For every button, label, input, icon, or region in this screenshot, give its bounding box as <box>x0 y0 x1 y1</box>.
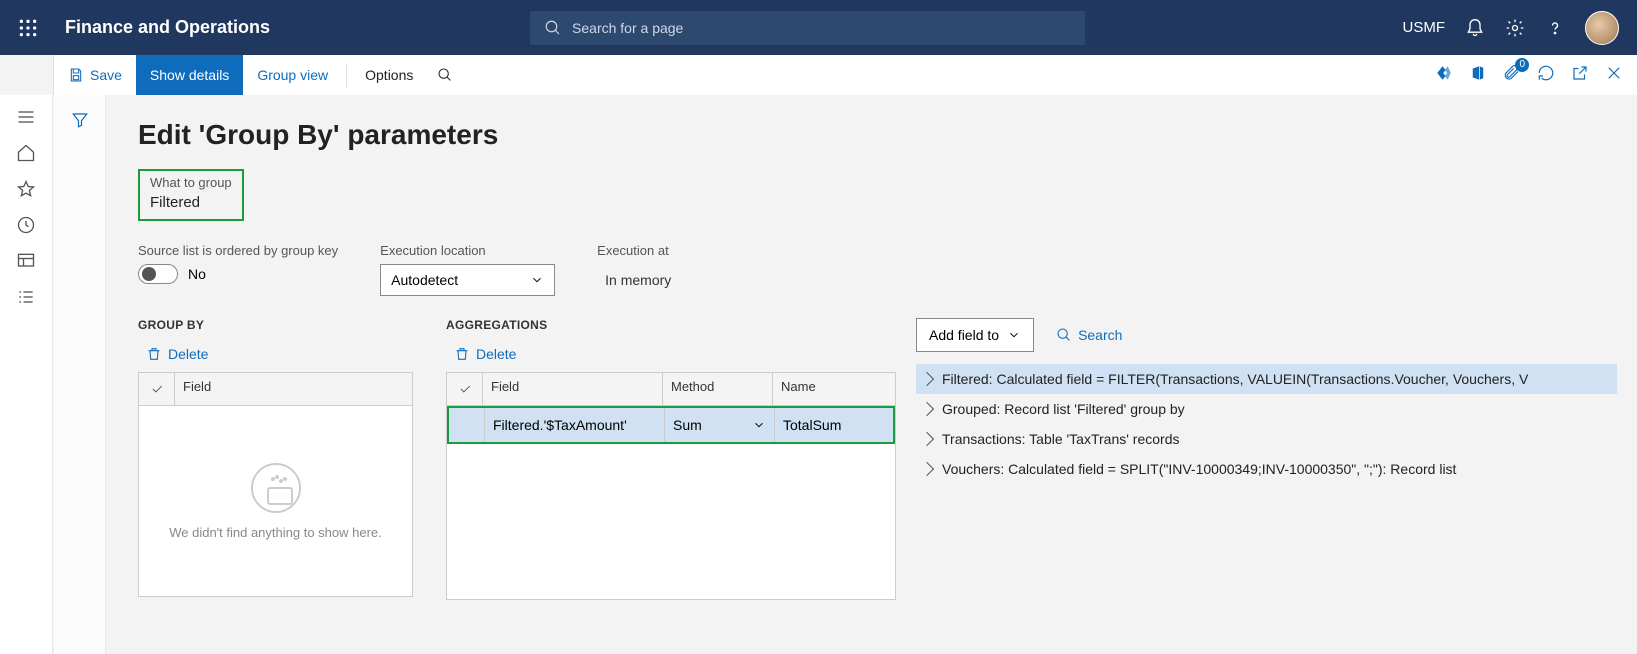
caret-right-icon <box>920 432 934 446</box>
office-icon[interactable] <box>1469 64 1487 87</box>
show-details-button[interactable]: Show details <box>136 55 243 95</box>
groupby-grid: Field We didn't find anything to show he… <box>138 372 413 597</box>
hamburger-icon[interactable] <box>16 107 36 127</box>
tree-search-label: Search <box>1078 327 1122 343</box>
groupby-select-all[interactable] <box>139 373 175 405</box>
agg-row-method-value: Sum <box>673 417 702 433</box>
tree-node-grouped[interactable]: Grouped: Record list 'Filtered' group by <box>916 394 1617 424</box>
agg-heading: AGGREGATIONS <box>446 318 896 332</box>
left-nav <box>0 95 53 654</box>
exec-loc-label: Execution location <box>380 243 555 258</box>
agg-name-header[interactable]: Name <box>773 373 895 405</box>
attachments-badge: 0 <box>1515 58 1529 72</box>
main-content: Edit 'Group By' parameters What to group… <box>106 95 1637 654</box>
datasource-tree: Filtered: Calculated field = FILTER(Tran… <box>916 364 1617 484</box>
page-title: Edit 'Group By' parameters <box>138 119 1637 151</box>
agg-select-all[interactable] <box>447 373 483 405</box>
tree-node-label: Vouchers: Calculated field = SPLIT("INV-… <box>942 461 1456 477</box>
groupby-heading: GROUP BY <box>138 318 413 332</box>
separator <box>346 63 347 87</box>
chevron-down-icon <box>530 273 544 287</box>
what-to-group-value: Filtered <box>150 190 232 211</box>
trash-icon <box>454 346 470 362</box>
tree-node-vouchers[interactable]: Vouchers: Calculated field = SPLIT("INV-… <box>916 454 1617 484</box>
agg-delete-label: Delete <box>476 346 516 362</box>
exec-at-value: In memory <box>597 264 772 296</box>
trash-icon <box>146 346 162 362</box>
agg-row-checkbox[interactable] <box>449 408 485 442</box>
group-view-button[interactable]: Group view <box>243 55 342 95</box>
star-icon[interactable] <box>16 179 36 199</box>
agg-row-field[interactable]: Filtered.'$TaxAmount' <box>485 408 665 442</box>
what-to-group-label: What to group <box>150 175 232 190</box>
tree-node-transactions[interactable]: Transactions: Table 'TaxTrans' records <box>916 424 1617 454</box>
help-icon[interactable] <box>1545 18 1565 38</box>
actionbar-search-icon[interactable] <box>427 55 463 95</box>
chevron-down-icon <box>1007 328 1021 342</box>
tree-node-label: Transactions: Table 'TaxTrans' records <box>942 431 1179 447</box>
waffle-icon[interactable] <box>0 0 55 55</box>
chevron-down-icon <box>752 418 766 432</box>
search-icon <box>1056 327 1072 343</box>
caret-right-icon <box>920 402 934 416</box>
empty-message: We didn't find anything to show here. <box>169 525 382 540</box>
workspace-icon[interactable] <box>16 251 36 271</box>
exec-loc-value: Autodetect <box>391 272 458 288</box>
options-button[interactable]: Options <box>351 55 427 95</box>
filter-pane-toggle[interactable] <box>54 95 106 654</box>
refresh-icon[interactable] <box>1537 64 1555 87</box>
exec-at-label: Execution at <box>597 243 772 258</box>
groupby-delete-label: Delete <box>168 346 208 362</box>
caret-right-icon <box>920 462 934 476</box>
tree-node-label: Filtered: Calculated field = FILTER(Tran… <box>942 371 1528 387</box>
save-button[interactable]: Save <box>54 55 136 95</box>
exec-loc-select[interactable]: Autodetect <box>380 264 555 296</box>
empty-folder-icon <box>251 463 301 513</box>
agg-row-method[interactable]: Sum <box>665 408 775 442</box>
avatar[interactable] <box>1585 11 1619 45</box>
funnel-icon <box>71 111 89 654</box>
tree-node-filtered[interactable]: Filtered: Calculated field = FILTER(Tran… <box>916 364 1617 394</box>
global-search[interactable]: Search for a page <box>530 11 1085 45</box>
home-icon[interactable] <box>16 143 36 163</box>
power-apps-icon[interactable] <box>1435 64 1453 87</box>
tree-node-label: Grouped: Record list 'Filtered' group by <box>942 401 1185 417</box>
popout-icon[interactable] <box>1571 64 1589 87</box>
search-placeholder: Search for a page <box>572 20 683 36</box>
agg-field-header[interactable]: Field <box>483 373 663 405</box>
groupby-field-header[interactable]: Field <box>175 373 412 405</box>
attachments-icon[interactable]: 0 <box>1503 64 1521 87</box>
agg-method-header[interactable]: Method <box>663 373 773 405</box>
what-to-group-field[interactable]: What to group Filtered <box>138 169 244 221</box>
add-field-to-button[interactable]: Add field to <box>916 318 1034 352</box>
ordered-value: No <box>188 266 206 282</box>
global-header: Finance and Operations Search for a page… <box>0 0 1637 55</box>
agg-grid: Field Method Name Filtered.'$TaxAmount' … <box>446 372 896 600</box>
groupby-delete-button[interactable]: Delete <box>138 340 413 372</box>
action-pane: Save Show details Group view Options 0 <box>53 55 1637 95</box>
caret-right-icon <box>920 372 934 386</box>
app-title: Finance and Operations <box>55 17 270 38</box>
legal-entity[interactable]: USMF <box>1403 19 1446 36</box>
modules-icon[interactable] <box>16 287 36 307</box>
agg-row[interactable]: Filtered.'$TaxAmount' Sum TotalSum <box>449 408 893 442</box>
recent-icon[interactable] <box>16 215 36 235</box>
tree-search-button[interactable]: Search <box>1056 327 1122 343</box>
close-icon[interactable] <box>1605 64 1623 87</box>
gear-icon[interactable] <box>1505 18 1525 38</box>
bell-icon[interactable] <box>1465 18 1485 38</box>
ordered-label: Source list is ordered by group key <box>138 243 338 258</box>
agg-row-name[interactable]: TotalSum <box>775 408 893 442</box>
ordered-toggle[interactable] <box>138 264 178 284</box>
agg-delete-button[interactable]: Delete <box>446 340 896 372</box>
save-label: Save <box>90 67 122 83</box>
add-field-label: Add field to <box>929 327 999 343</box>
